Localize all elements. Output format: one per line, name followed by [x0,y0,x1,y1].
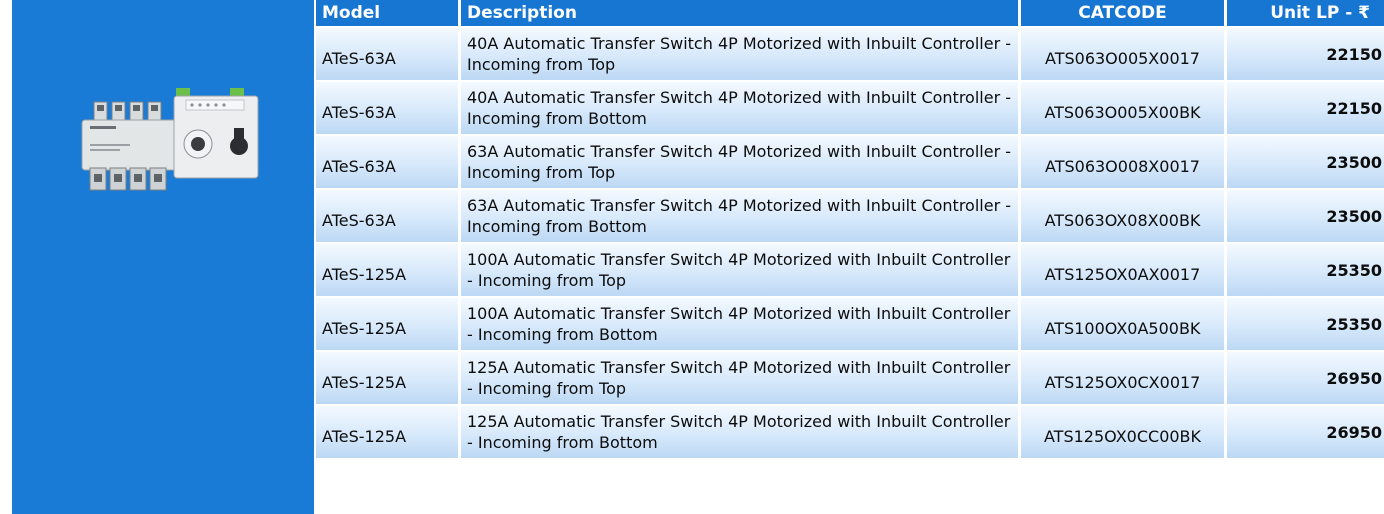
cell-model: ATeS-63A [322,210,396,230]
cell-catcode: ATS125OX0AX0017 [1044,264,1201,284]
cell-model: ATeS-125A [322,264,407,284]
product-image-panel [12,0,314,514]
cell-catcode: ATS063OX08X00BK [1044,210,1201,230]
cell-description: 40A Automatic Transfer Switch 4P Motoriz… [461,82,1021,136]
table-row: ATeS-63A 40A Automatic Transfer Switch 4… [316,82,1384,136]
cell-catcode: ATS125OX0CC00BK [1043,426,1202,446]
header-unit-lp: Unit LP - ₹ [1227,0,1384,28]
cell-catcode: ATS125OX0CX0017 [1044,372,1201,392]
cell-unit-lp: 23500 [1227,190,1384,244]
cell-catcode: ATS063O005X00BK [1044,102,1201,122]
cell-unit-lp: 25350 [1227,244,1384,298]
cell-description: 40A Automatic Transfer Switch 4P Motoriz… [461,28,1021,82]
cell-description: 63A Automatic Transfer Switch 4P Motoriz… [461,136,1021,190]
table-row: ATeS-125A 125A Automatic Transfer Switch… [316,352,1384,406]
cell-catcode: ATS063O005X0017 [1045,48,1200,68]
header-description: Description [461,0,1021,28]
cell-description: 100A Automatic Transfer Switch 4P Motori… [461,298,1021,352]
price-list-page: Model Description CATCODE Unit LP - ₹ AT… [0,0,1384,514]
table-row: ATeS-63A 63A Automatic Transfer Switch 4… [316,190,1384,244]
cell-unit-lp: 26950 [1227,352,1384,406]
cell-unit-lp: 25350 [1227,298,1384,352]
cell-model: ATeS-125A [322,426,407,446]
table-row: ATeS-63A 63A Automatic Transfer Switch 4… [316,136,1384,190]
cell-unit-lp: 22150 [1227,28,1384,82]
table-row: ATeS-125A 125A Automatic Transfer Switch… [316,406,1384,460]
cell-catcode: ATS063O008X0017 [1045,156,1200,176]
cell-description: 125A Automatic Transfer Switch 4P Motori… [461,406,1021,460]
cell-model: ATeS-125A [322,372,407,392]
cell-catcode: ATS100OX0A500BK [1044,318,1201,338]
price-table: Model Description CATCODE Unit LP - ₹ AT… [316,0,1384,460]
header-model: Model [316,0,461,28]
cell-model: ATeS-63A [322,48,396,68]
cell-description: 100A Automatic Transfer Switch 4P Motori… [461,244,1021,298]
cell-unit-lp: 26950 [1227,406,1384,460]
cell-model: ATeS-63A [322,156,396,176]
table-header-row: Model Description CATCODE Unit LP - ₹ [316,0,1384,28]
table-row: ATeS-63A 40A Automatic Transfer Switch 4… [316,28,1384,82]
cell-description: 125A Automatic Transfer Switch 4P Motori… [461,352,1021,406]
transfer-switch-image [81,88,259,191]
cell-unit-lp: 23500 [1227,136,1384,190]
cell-model: ATeS-63A [322,102,396,122]
header-catcode: CATCODE [1021,0,1227,28]
cell-unit-lp: 22150 [1227,82,1384,136]
table-row: ATeS-125A 100A Automatic Transfer Switch… [316,244,1384,298]
table-row: ATeS-125A 100A Automatic Transfer Switch… [316,298,1384,352]
cell-model: ATeS-125A [322,318,407,338]
cell-description: 63A Automatic Transfer Switch 4P Motoriz… [461,190,1021,244]
